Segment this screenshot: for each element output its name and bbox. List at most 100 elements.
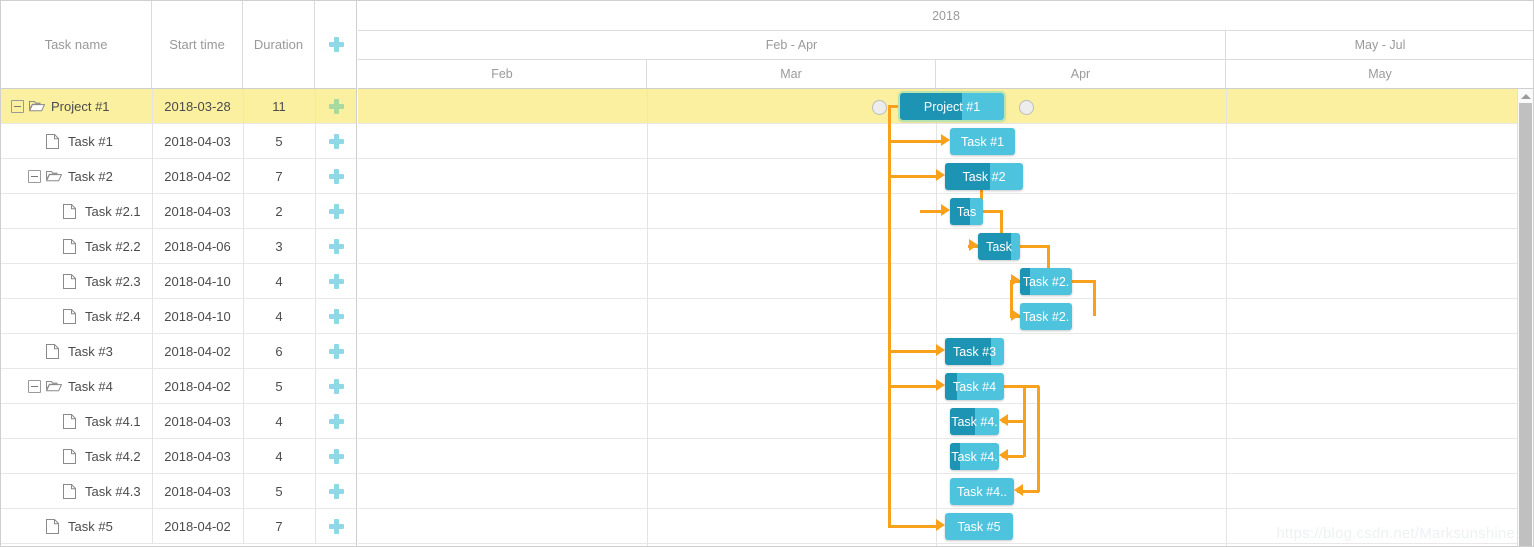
cell-duration[interactable]: 11 (243, 89, 315, 123)
cell-add-task[interactable] (315, 439, 357, 473)
cell-task-name[interactable]: Task #4.3 (1, 474, 152, 508)
gantt-bar[interactable]: Task (978, 233, 1020, 260)
gantt-bar-label: Task (986, 239, 1012, 254)
grid-row[interactable]: Project #1 2018-03-28 11 (1, 89, 356, 124)
grid-row[interactable]: Task #2.3 2018-04-10 4 (1, 264, 356, 299)
grid-row[interactable]: Task #2.4 2018-04-10 4 (1, 299, 356, 334)
grid-row[interactable]: Task #4.3 2018-04-03 5 (1, 474, 356, 509)
collapse-toggle-icon[interactable] (28, 169, 41, 183)
cell-duration[interactable]: 4 (243, 264, 315, 298)
gantt-bar[interactable]: Task #1 (950, 128, 1015, 155)
dependency-arrow-icon (936, 519, 945, 531)
gantt-bar[interactable]: Task #4. (950, 443, 999, 470)
link-handle-end[interactable] (1019, 100, 1034, 115)
cell-start-time[interactable]: 2018-04-03 (152, 124, 243, 158)
grid-row[interactable]: Task #1 2018-04-03 5 (1, 124, 356, 159)
cell-start-time[interactable]: 2018-03-28 (152, 89, 243, 123)
cell-start-time[interactable]: 2018-04-10 (152, 299, 243, 333)
cell-start-time[interactable]: 2018-04-02 (152, 159, 243, 193)
gantt-bar[interactable]: Task #4. (950, 408, 999, 435)
gantt-bar[interactable]: Task #4.. (950, 478, 1014, 505)
cell-start-time[interactable]: 2018-04-03 (152, 404, 243, 438)
cell-add-task[interactable] (315, 194, 357, 228)
cell-duration[interactable]: 4 (243, 299, 315, 333)
cell-add-task[interactable] (315, 509, 357, 543)
collapse-toggle-icon[interactable] (11, 99, 24, 113)
gantt-bar[interactable]: Project #1 (898, 91, 1006, 122)
cell-start-time[interactable]: 2018-04-06 (152, 229, 243, 263)
vertical-scrollbar[interactable] (1517, 89, 1533, 546)
cell-duration[interactable]: 7 (243, 159, 315, 193)
gantt-bar[interactable]: Task #4 (945, 373, 1004, 400)
gantt-bar[interactable]: Tas (950, 198, 983, 225)
timeline-row[interactable] (358, 264, 1533, 299)
cell-task-name[interactable]: Task #5 (1, 509, 152, 543)
column-header-add[interactable] (315, 1, 357, 88)
timeline-row[interactable] (358, 229, 1533, 264)
grid-row[interactable]: Task #2.2 2018-04-06 3 (1, 229, 356, 264)
scroll-up-arrow-icon[interactable] (1518, 89, 1533, 103)
scrollbar-thumb[interactable] (1519, 103, 1532, 546)
cell-task-name[interactable]: Task #2.4 (1, 299, 152, 333)
cell-duration[interactable]: 4 (243, 439, 315, 473)
cell-add-task[interactable] (315, 124, 357, 158)
cell-duration[interactable]: 3 (243, 229, 315, 263)
grid-row[interactable]: Task #4 2018-04-02 5 (1, 369, 356, 404)
grid-row[interactable]: Task #4.2 2018-04-03 4 (1, 439, 356, 474)
grid-row[interactable]: Task #2 2018-04-02 7 (1, 159, 356, 194)
cell-add-task[interactable] (315, 404, 357, 438)
grid-row[interactable]: Task #5 2018-04-02 7 (1, 509, 356, 544)
gantt-bar[interactable]: Task #2 (945, 163, 1023, 190)
timeline-row[interactable] (358, 439, 1533, 474)
grid-row[interactable]: Task #3 2018-04-02 6 (1, 334, 356, 369)
cell-task-name[interactable]: Task #2.1 (1, 194, 152, 228)
cell-duration[interactable]: 5 (243, 369, 315, 403)
cell-add-task[interactable] (315, 334, 357, 368)
dependency-link (888, 175, 936, 178)
cell-task-name[interactable]: Task #4 (1, 369, 152, 403)
cell-start-time[interactable]: 2018-04-03 (152, 439, 243, 473)
cell-duration[interactable]: 7 (243, 509, 315, 543)
cell-add-task[interactable] (315, 264, 357, 298)
cell-duration[interactable]: 5 (243, 124, 315, 158)
cell-task-name[interactable]: Task #2.3 (1, 264, 152, 298)
cell-start-time[interactable]: 2018-04-03 (152, 474, 243, 508)
cell-start-time[interactable]: 2018-04-02 (152, 369, 243, 403)
cell-task-name[interactable]: Task #2 (1, 159, 152, 193)
cell-add-task[interactable] (315, 159, 357, 193)
task-name-label: Task #2.3 (85, 273, 141, 289)
gantt-bar[interactable]: Task #3 (945, 338, 1004, 365)
cell-add-task[interactable] (315, 474, 357, 508)
cell-add-task[interactable] (315, 299, 357, 333)
column-header-start-time[interactable]: Start time (152, 1, 243, 88)
timeline-row[interactable] (358, 474, 1533, 509)
cell-task-name[interactable]: Task #3 (1, 334, 152, 368)
cell-start-time[interactable]: 2018-04-10 (152, 264, 243, 298)
cell-start-time[interactable]: 2018-04-02 (152, 334, 243, 368)
cell-duration[interactable]: 2 (243, 194, 315, 228)
cell-start-time[interactable]: 2018-04-03 (152, 194, 243, 228)
cell-add-task[interactable] (315, 89, 357, 123)
cell-task-name[interactable]: Task #4.1 (1, 404, 152, 438)
column-header-duration[interactable]: Duration (243, 1, 315, 88)
timeline-row[interactable] (358, 299, 1533, 334)
link-handle-start[interactable] (872, 100, 887, 115)
cell-duration[interactable]: 5 (243, 474, 315, 508)
grid-row[interactable]: Task #4.1 2018-04-03 4 (1, 404, 356, 439)
gantt-bar[interactable]: Task #2. (1020, 303, 1072, 330)
column-header-task-name[interactable]: Task name (1, 1, 152, 88)
cell-duration[interactable]: 4 (243, 404, 315, 438)
gantt-bar[interactable]: Task #2. (1020, 268, 1072, 295)
cell-task-name[interactable]: Task #4.2 (1, 439, 152, 473)
cell-task-name[interactable]: Project #1 (1, 89, 152, 123)
cell-add-task[interactable] (315, 229, 357, 263)
cell-task-name[interactable]: Task #2.2 (1, 229, 152, 263)
cell-add-task[interactable] (315, 369, 357, 403)
cell-task-name[interactable]: Task #1 (1, 124, 152, 158)
gantt-bar[interactable]: Task #5 (945, 513, 1013, 540)
cell-duration[interactable]: 6 (243, 334, 315, 368)
grid-row[interactable]: Task #2.1 2018-04-03 2 (1, 194, 356, 229)
collapse-toggle-icon[interactable] (28, 379, 41, 393)
timeline-row[interactable] (358, 404, 1533, 439)
cell-start-time[interactable]: 2018-04-02 (152, 509, 243, 543)
